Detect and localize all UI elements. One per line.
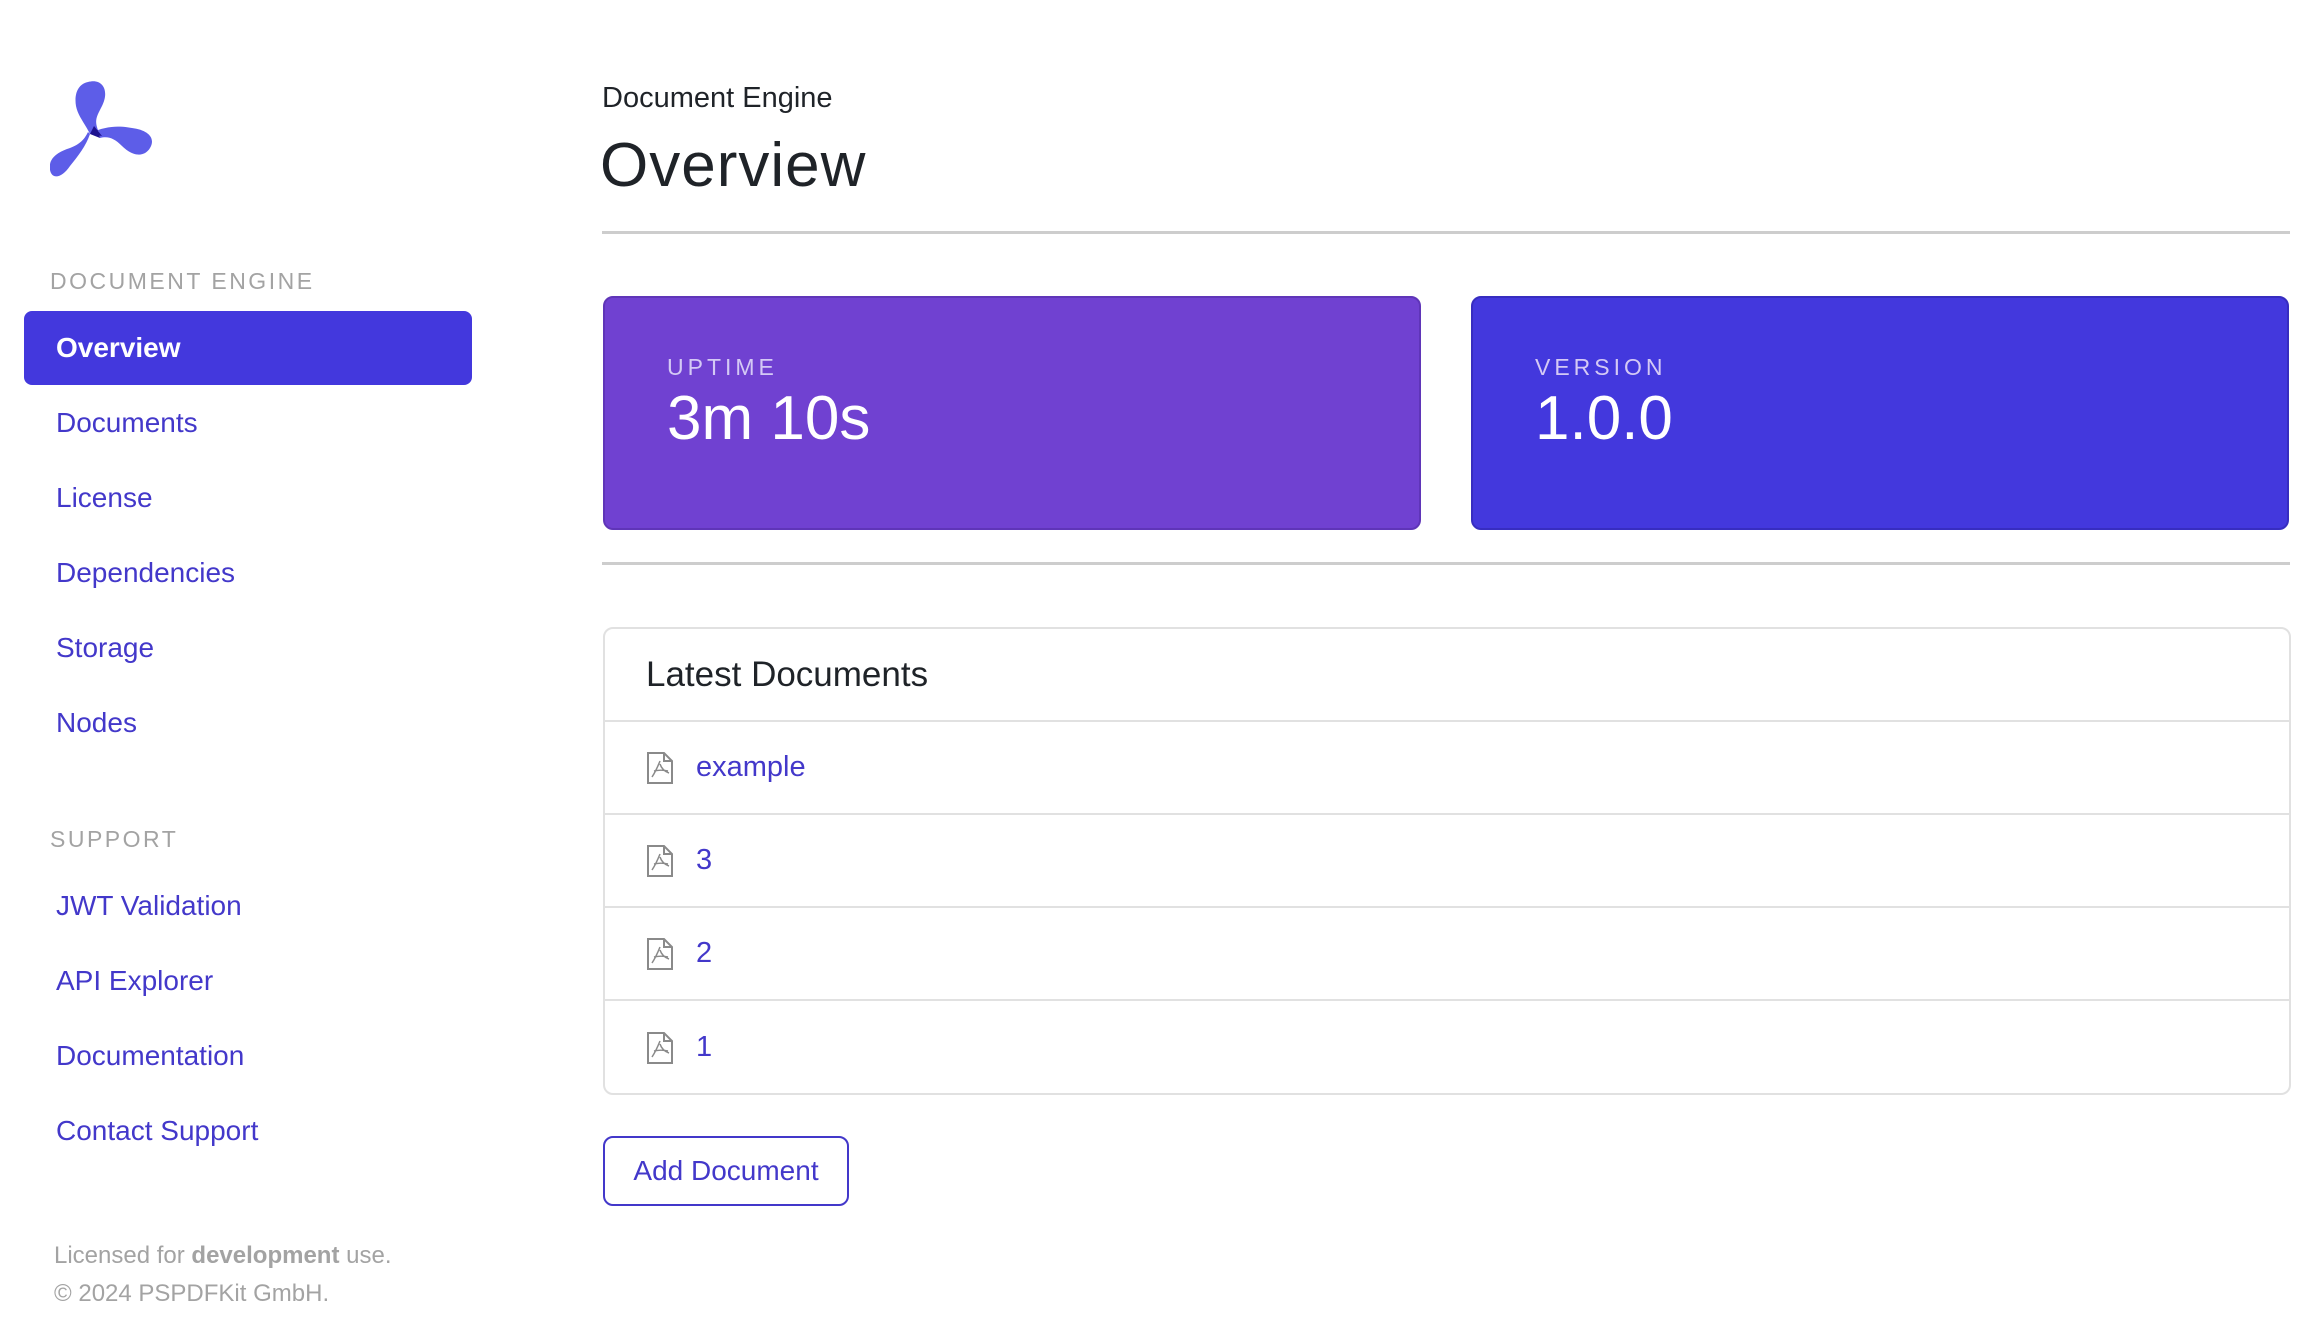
sidebar-item-jwt-validation[interactable]: JWT Validation — [24, 869, 472, 943]
version-value: 1.0.0 — [1535, 384, 1673, 453]
copyright: © 2024 PSPDFKit GmbH. — [54, 1280, 330, 1307]
version-card: Version 1.0.0 — [1471, 296, 2289, 530]
license-suffix: use. — [339, 1242, 392, 1269]
pdf-file-icon — [647, 1031, 673, 1064]
page-title: Overview — [600, 131, 867, 200]
document-link[interactable]: 3 — [696, 844, 712, 877]
list-item[interactable]: 3 — [605, 815, 2289, 908]
add-document-button[interactable]: Add Document — [603, 1136, 849, 1206]
pdf-file-icon — [647, 937, 673, 970]
pdf-file-icon — [647, 844, 673, 877]
document-link[interactable]: 1 — [696, 1031, 712, 1064]
sidebar-item-api-explorer[interactable]: API Explorer — [24, 944, 472, 1018]
uptime-label: Uptime — [667, 354, 778, 380]
breadcrumb: Document Engine — [602, 82, 833, 114]
sidebar-item-documents[interactable]: Documents — [24, 386, 472, 460]
section-label-document-engine: Document Engine — [50, 268, 315, 294]
pdf-file-icon — [647, 751, 673, 784]
list-item[interactable]: 1 — [605, 1001, 2289, 1093]
header-divider — [602, 231, 2290, 234]
sidebar-item-license[interactable]: License — [24, 461, 472, 535]
license-prefix: Licensed for — [54, 1242, 192, 1269]
sidebar-item-contact-support[interactable]: Contact Support — [24, 1094, 472, 1168]
version-label: Version — [1535, 354, 1667, 380]
sidebar: Document Engine Overview Documents Licen… — [0, 0, 500, 1342]
license-notice: Licensed for development use. — [54, 1242, 391, 1270]
latest-documents-panel: Latest Documents example 3 2 1 — [603, 627, 2291, 1095]
sidebar-item-storage[interactable]: Storage — [24, 611, 472, 685]
document-link[interactable]: 2 — [696, 937, 712, 970]
section-label-support: Support — [50, 826, 179, 852]
sidebar-item-documentation[interactable]: Documentation — [24, 1019, 472, 1093]
license-mode: development — [191, 1242, 340, 1269]
list-item[interactable]: 2 — [605, 908, 2289, 1001]
document-link[interactable]: example — [696, 751, 806, 784]
sidebar-item-overview[interactable]: Overview — [24, 311, 472, 385]
latest-documents-title: Latest Documents — [605, 629, 2289, 722]
pspdfkit-logo-icon[interactable] — [50, 80, 156, 182]
stats-divider — [602, 562, 2290, 565]
sidebar-item-dependencies[interactable]: Dependencies — [24, 536, 472, 610]
sidebar-item-nodes[interactable]: Nodes — [24, 686, 472, 760]
uptime-value: 3m 10s — [667, 384, 871, 453]
list-item[interactable]: example — [605, 722, 2289, 815]
uptime-card: Uptime 3m 10s — [603, 296, 1421, 530]
